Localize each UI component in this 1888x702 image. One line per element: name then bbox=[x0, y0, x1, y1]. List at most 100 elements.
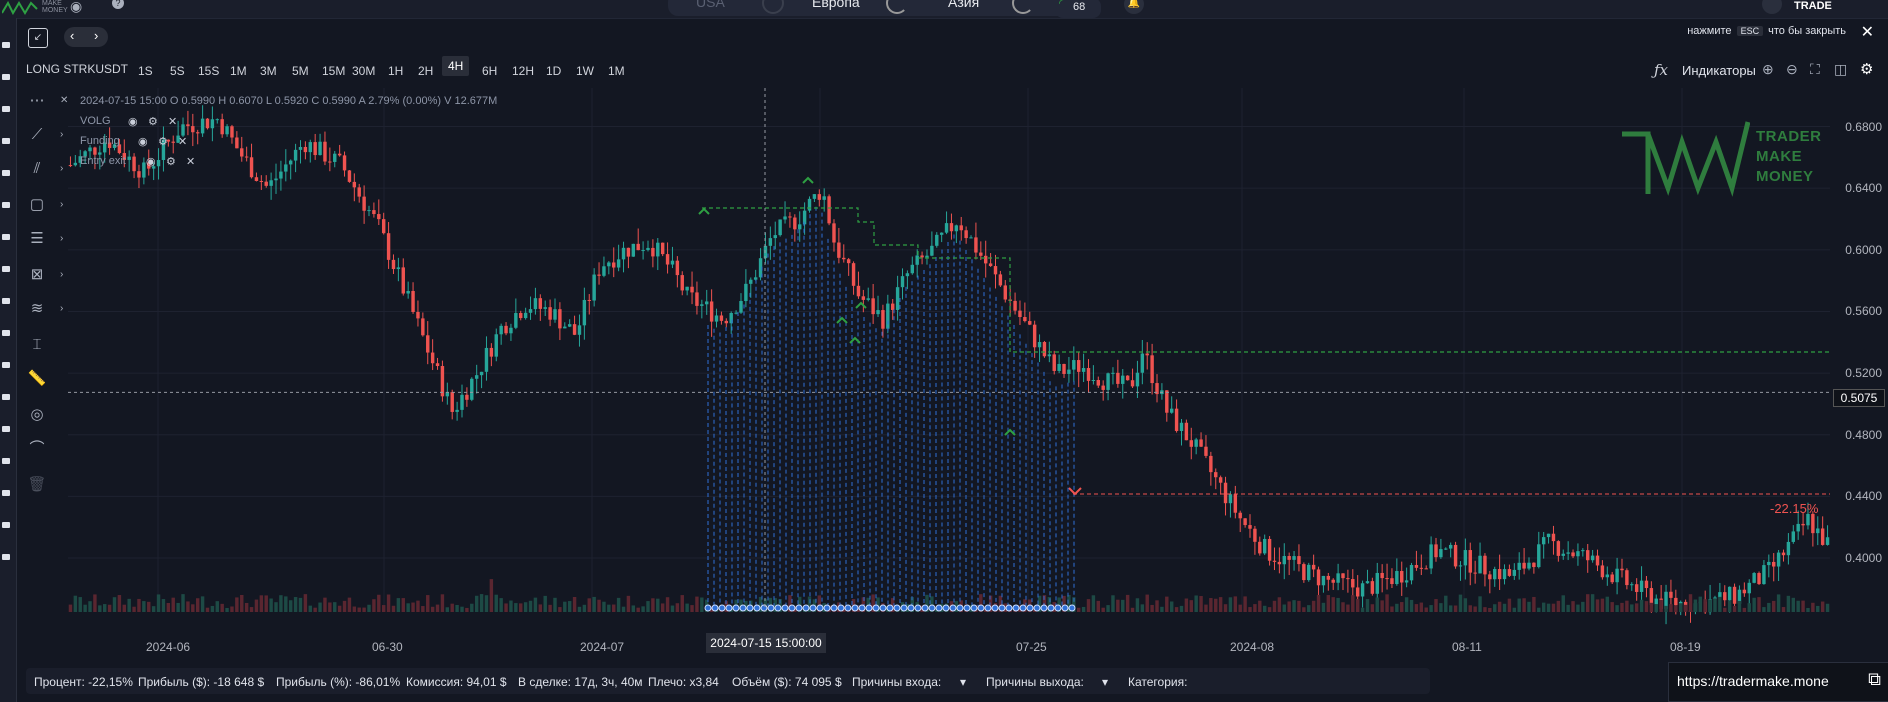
copy-icon[interactable]: ⧉ bbox=[1868, 669, 1881, 690]
projection-tool-icon[interactable]: ≋ › bbox=[26, 298, 64, 320]
trash-icon[interactable]: 🗑 bbox=[26, 474, 48, 496]
timeframe-12h[interactable]: 12H bbox=[512, 64, 534, 78]
category-field[interactable]: Категория: bbox=[1128, 675, 1187, 689]
market-usa[interactable]: USA bbox=[696, 0, 725, 18]
timeframe-5m[interactable]: 5M bbox=[292, 64, 309, 78]
brand-logo[interactable]: MAKE MONEY bbox=[2, 0, 68, 16]
rail-icon[interactable] bbox=[2, 42, 10, 48]
candle-body bbox=[1718, 592, 1722, 598]
indicator-volg[interactable]: VOLG ◉ ⚙ ✕ bbox=[80, 115, 177, 128]
settings-icon[interactable]: ⚙ bbox=[1860, 60, 1873, 78]
fear-greed-gauge[interactable]: ◜ 68 bbox=[1055, 0, 1101, 18]
zoom-out-icon[interactable]: ⊖ bbox=[1786, 61, 1798, 78]
rail-icon[interactable] bbox=[2, 74, 10, 80]
rail-icon[interactable] bbox=[2, 170, 10, 176]
rail-icon[interactable] bbox=[2, 298, 10, 304]
gear-icon[interactable]: ⚙ bbox=[158, 135, 168, 148]
trade-label[interactable]: TRADE bbox=[1794, 0, 1832, 12]
chevron-right-icon[interactable]: › bbox=[60, 298, 63, 320]
eye-icon[interactable]: ◉ bbox=[138, 135, 148, 148]
rail-icon[interactable] bbox=[2, 138, 10, 144]
rail-icon[interactable] bbox=[2, 426, 10, 432]
rail-icon[interactable] bbox=[2, 522, 10, 528]
timeframe-15s[interactable]: 15S bbox=[198, 64, 219, 78]
help-icon[interactable]: ? bbox=[112, 0, 124, 9]
volume-bar bbox=[1101, 607, 1105, 612]
timeframe-6h[interactable]: 6H bbox=[482, 64, 497, 78]
screenshot-icon[interactable]: ◫ bbox=[1834, 61, 1847, 78]
chevron-right-icon[interactable]: › bbox=[60, 194, 63, 216]
indicators-button[interactable]: Индикаторы bbox=[1682, 63, 1756, 78]
close-icon[interactable]: ✕ bbox=[168, 115, 177, 128]
candle-body bbox=[1121, 375, 1125, 384]
timeframe-30m[interactable]: 30M bbox=[352, 64, 375, 78]
fib-tool-icon[interactable]: ☰ › bbox=[26, 228, 63, 250]
entry-reasons-dropdown[interactable]: Причины входа: bbox=[852, 675, 941, 689]
exit-reasons-dropdown[interactable]: Причины выхода: bbox=[986, 675, 1084, 689]
timeframe-4h[interactable]: 4H bbox=[442, 56, 470, 76]
chevron-down-icon[interactable]: ▾ bbox=[1102, 675, 1108, 689]
trendline-tool-icon[interactable]: ⟋ › bbox=[26, 124, 64, 146]
chevron-right-icon[interactable]: › bbox=[60, 264, 63, 286]
volume-bar bbox=[670, 605, 675, 612]
timeframe-1w[interactable]: 1W bbox=[576, 64, 594, 78]
bell-icon[interactable]: 🔔 bbox=[1124, 0, 1144, 14]
timeframe-1h[interactable]: 1H bbox=[388, 64, 403, 78]
chevron-right-icon[interactable]: › bbox=[94, 28, 98, 43]
fullscreen-icon[interactable]: ⛶ bbox=[1810, 61, 1820, 78]
timeframe-1m[interactable]: 1M bbox=[230, 64, 247, 78]
eye-icon[interactable]: ◉ bbox=[128, 115, 138, 128]
timeframe-2h[interactable]: 2H bbox=[418, 64, 433, 78]
indicator-funding[interactable]: Funding ◉ ⚙ ✕ bbox=[80, 135, 187, 148]
pattern-tool-icon[interactable]: ⊠ › bbox=[26, 264, 64, 286]
eye-icon[interactable]: ◉ bbox=[70, 0, 82, 15]
gear-icon[interactable]: ⚙ bbox=[148, 115, 158, 128]
timeframe-15m[interactable]: 15M bbox=[322, 64, 345, 78]
chevron-left-icon[interactable]: ‹ bbox=[70, 28, 74, 43]
ruler-tool-icon[interactable]: 📏 bbox=[26, 368, 48, 390]
timeframe-1d[interactable]: 1D bbox=[546, 64, 561, 78]
text-tool-icon[interactable]: ⌶ bbox=[26, 334, 48, 356]
rectangle-tool-icon[interactable]: ▢ › bbox=[26, 194, 63, 216]
candle-body bbox=[519, 313, 523, 319]
market-asia[interactable]: Азия bbox=[948, 0, 979, 18]
pitchfork-tool-icon[interactable]: ⫽ › bbox=[26, 158, 64, 180]
volume-bar bbox=[1478, 596, 1482, 612]
rail-icon[interactable] bbox=[2, 362, 10, 368]
zoom-in-icon[interactable]: ⊕ bbox=[1762, 61, 1774, 78]
timeframe-3m[interactable]: 3M bbox=[260, 64, 277, 78]
volume-bar bbox=[1395, 603, 1399, 612]
chevron-right-icon[interactable]: › bbox=[60, 158, 63, 180]
price-chart[interactable] bbox=[68, 88, 1832, 632]
indicator-entry-exit[interactable]: Entry exit ◉ ⚙ ✕ bbox=[80, 155, 195, 168]
rail-icon[interactable] bbox=[2, 554, 10, 560]
chevron-down-icon[interactable]: ▾ bbox=[960, 675, 966, 689]
rail-icon[interactable] bbox=[2, 202, 10, 208]
url-box[interactable]: https://tradermake.mone ⧉ bbox=[1668, 662, 1888, 702]
rail-icon[interactable] bbox=[2, 106, 10, 112]
rail-icon[interactable] bbox=[2, 234, 10, 240]
rail-icon[interactable] bbox=[2, 458, 10, 464]
symbol-label[interactable]: LONG STRKUSDT bbox=[26, 62, 128, 76]
rail-icon[interactable] bbox=[2, 330, 10, 336]
rail-icon[interactable] bbox=[2, 490, 10, 496]
close-icon[interactable]: ✕ bbox=[1861, 22, 1874, 42]
price-axis[interactable]: 0.6800 0.6400 0.6000 0.5600 0.5200 0.4800 0.44… bbox=[1832, 88, 1888, 632]
eye-icon[interactable]: ◉ bbox=[146, 155, 156, 168]
magnet-icon[interactable]: ⌒ bbox=[26, 438, 48, 460]
timeframe-5s[interactable]: 5S bbox=[170, 64, 185, 78]
cursor-tool-icon[interactable]: ⋯ ✕ bbox=[26, 90, 69, 112]
fx-icon[interactable]: ƒx bbox=[1654, 61, 1668, 79]
gear-icon[interactable]: ⚙ bbox=[166, 155, 176, 168]
close-icon[interactable]: ✕ bbox=[186, 155, 195, 168]
market-europe[interactable]: Европа bbox=[812, 0, 860, 18]
timeframe-1m[interactable]: 1M bbox=[608, 64, 625, 78]
rail-icon[interactable] bbox=[2, 266, 10, 272]
chevron-right-icon[interactable]: › bbox=[60, 228, 63, 250]
collapse-icon[interactable]: ↙ bbox=[28, 28, 48, 48]
rail-icon[interactable] bbox=[2, 394, 10, 400]
visibility-icon[interactable]: ◎ bbox=[26, 404, 48, 426]
timeframe-1s[interactable]: 1S bbox=[138, 64, 153, 78]
chevron-right-icon[interactable]: › bbox=[60, 124, 63, 146]
close-icon[interactable]: ✕ bbox=[178, 135, 187, 148]
